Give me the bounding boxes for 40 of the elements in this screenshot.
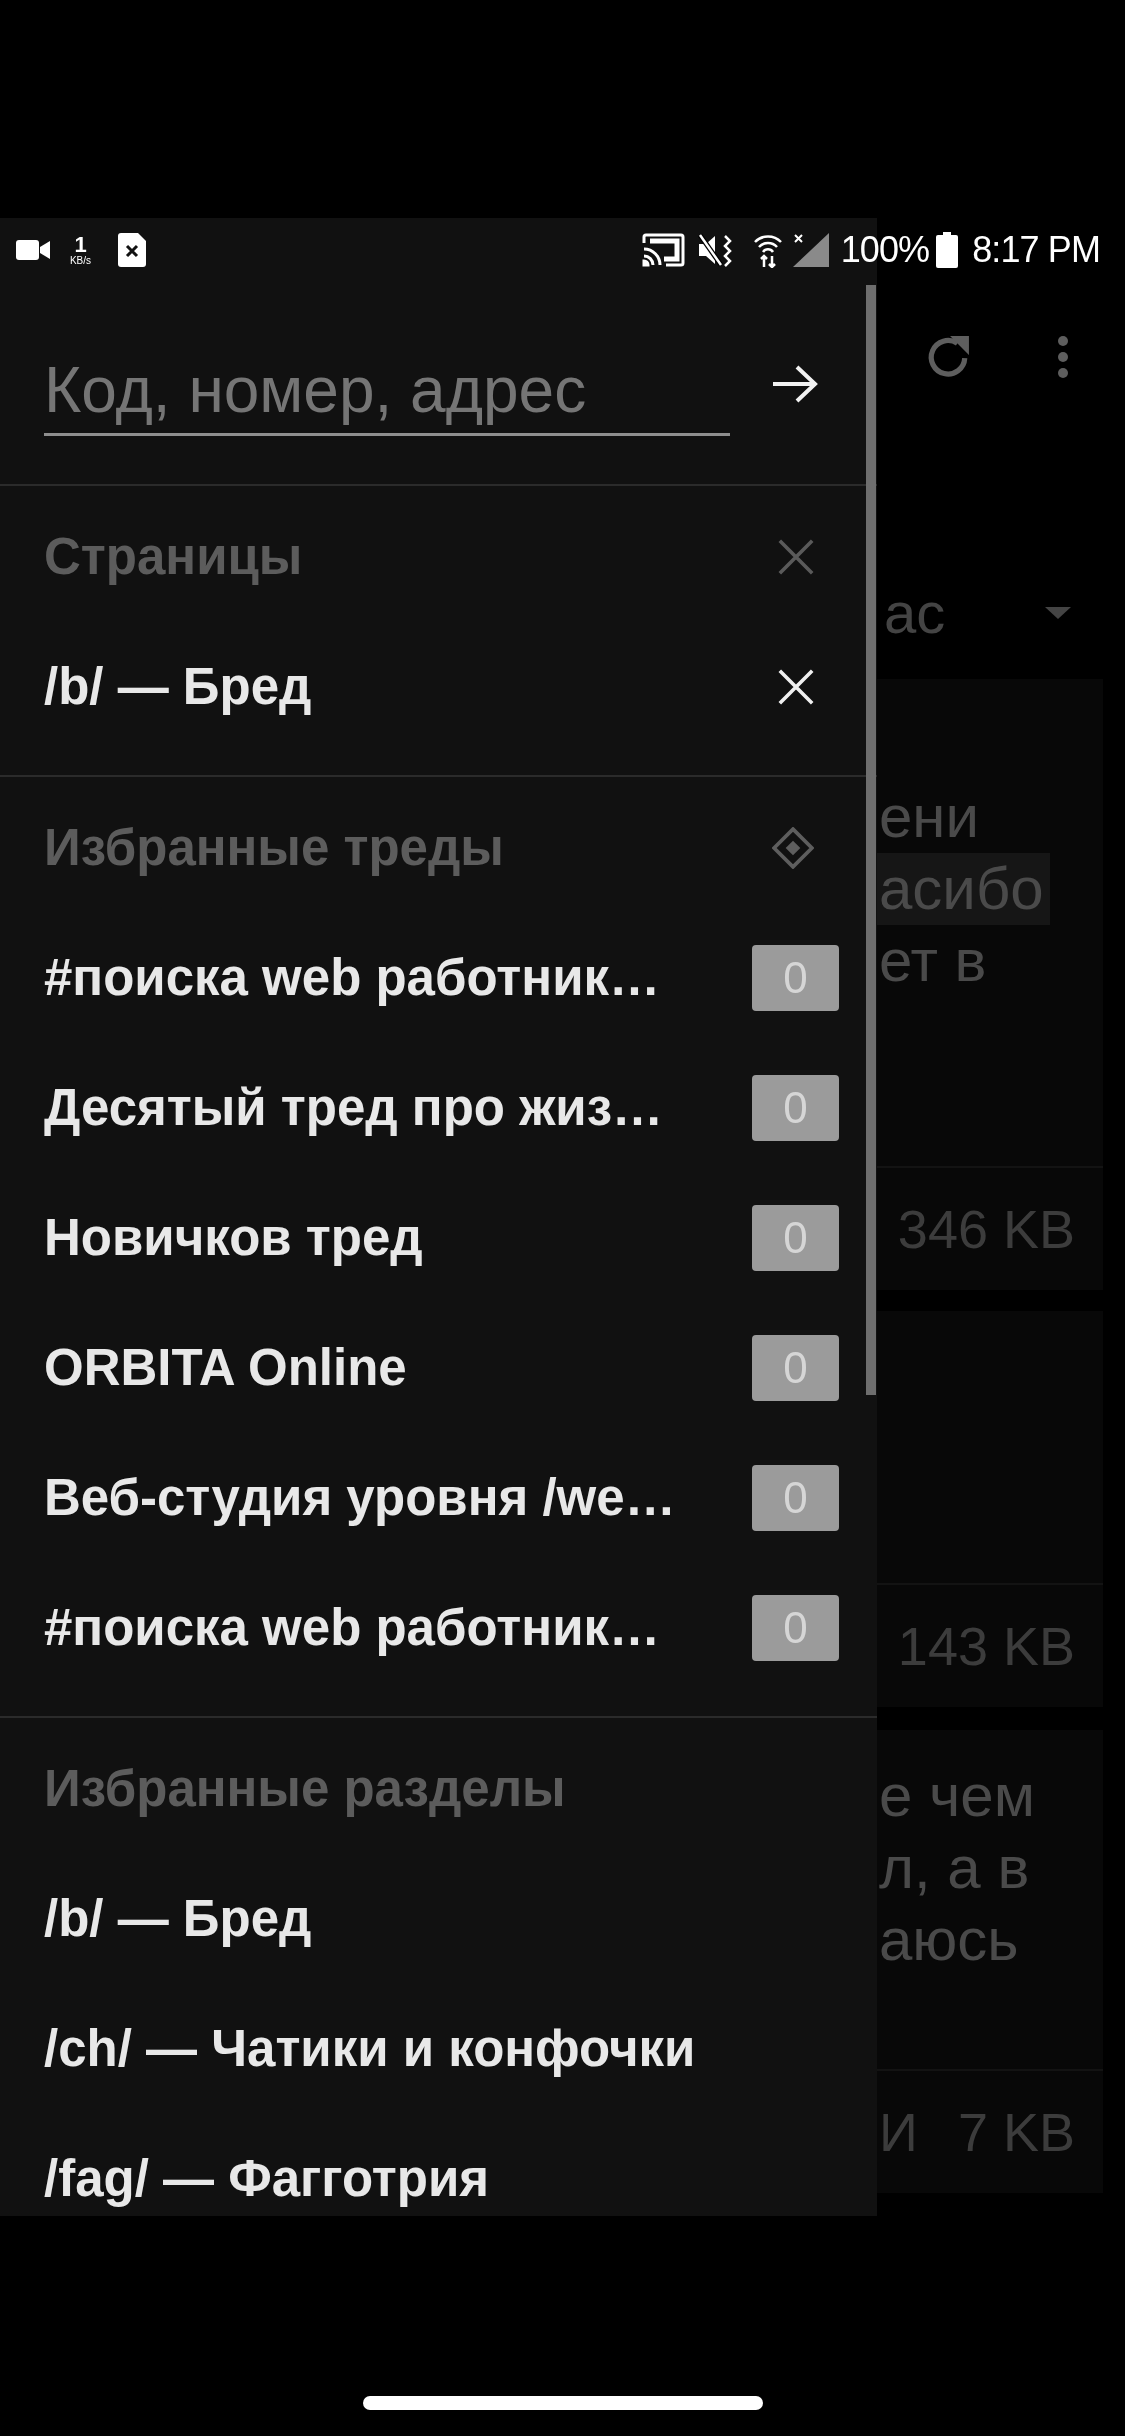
signal-icon [792, 233, 829, 267]
page-link[interactable]: /b/ — Бред [44, 657, 312, 717]
board-link[interactable]: /ch/ — Чатики и конфочки [44, 2019, 696, 2079]
unread-count-badge: 0 [752, 1595, 839, 1661]
post-text: ени [878, 782, 981, 852]
thread-link[interactable]: Десятый тред про жиз… [44, 1078, 663, 1138]
unread-count-badge: 0 [752, 1465, 839, 1531]
unread-count-badge: 0 [752, 1335, 839, 1401]
data-rate-unit: KB/s [69, 256, 92, 266]
clock-time: 8:17 PM [972, 232, 1100, 268]
thread-link[interactable]: #поиска web работник… [44, 1598, 660, 1658]
battery-icon [936, 232, 959, 268]
unread-count-badge: 0 [752, 1205, 839, 1271]
post-text: е чем [878, 1761, 1036, 1831]
post-text: аюсь [878, 1905, 1020, 1975]
post-text: л, а в [878, 1833, 1031, 1903]
battery-percent: 100% [840, 232, 930, 268]
section-title: Избранные разделы [44, 1758, 566, 1819]
wifi-icon [752, 232, 783, 268]
video-camera-icon [16, 239, 50, 261]
arrow-right-icon[interactable] [771, 364, 819, 404]
caret-down-icon [1045, 606, 1071, 619]
sim-card-icon [118, 233, 146, 267]
cast-icon [641, 233, 685, 267]
section-title: Избранные треды [44, 817, 504, 878]
thread-link[interactable]: Веб-студия уровня /we… [44, 1468, 676, 1528]
thread-link[interactable]: #поиска web работник… [44, 948, 660, 1008]
thread-link[interactable]: Новичков тред [44, 1208, 423, 1268]
thread-link[interactable]: ORBITA Online [44, 1338, 407, 1398]
board-link[interactable]: /fag/ — Фагготрия [44, 2149, 489, 2209]
post-text: ет в [878, 926, 988, 996]
unread-count-badge: 0 [752, 945, 839, 1011]
unread-count-badge: 0 [752, 1075, 839, 1141]
sort-label: ас [884, 579, 946, 647]
section-title: Страницы [44, 526, 303, 587]
data-rate-value: 1 [74, 234, 87, 256]
more-vertical-icon [1057, 335, 1069, 379]
search-field[interactable]: Код, номер, адрес [44, 346, 730, 436]
diamond-icon[interactable] [772, 827, 814, 869]
board-link[interactable]: /b/ — Бред [44, 1889, 312, 1949]
